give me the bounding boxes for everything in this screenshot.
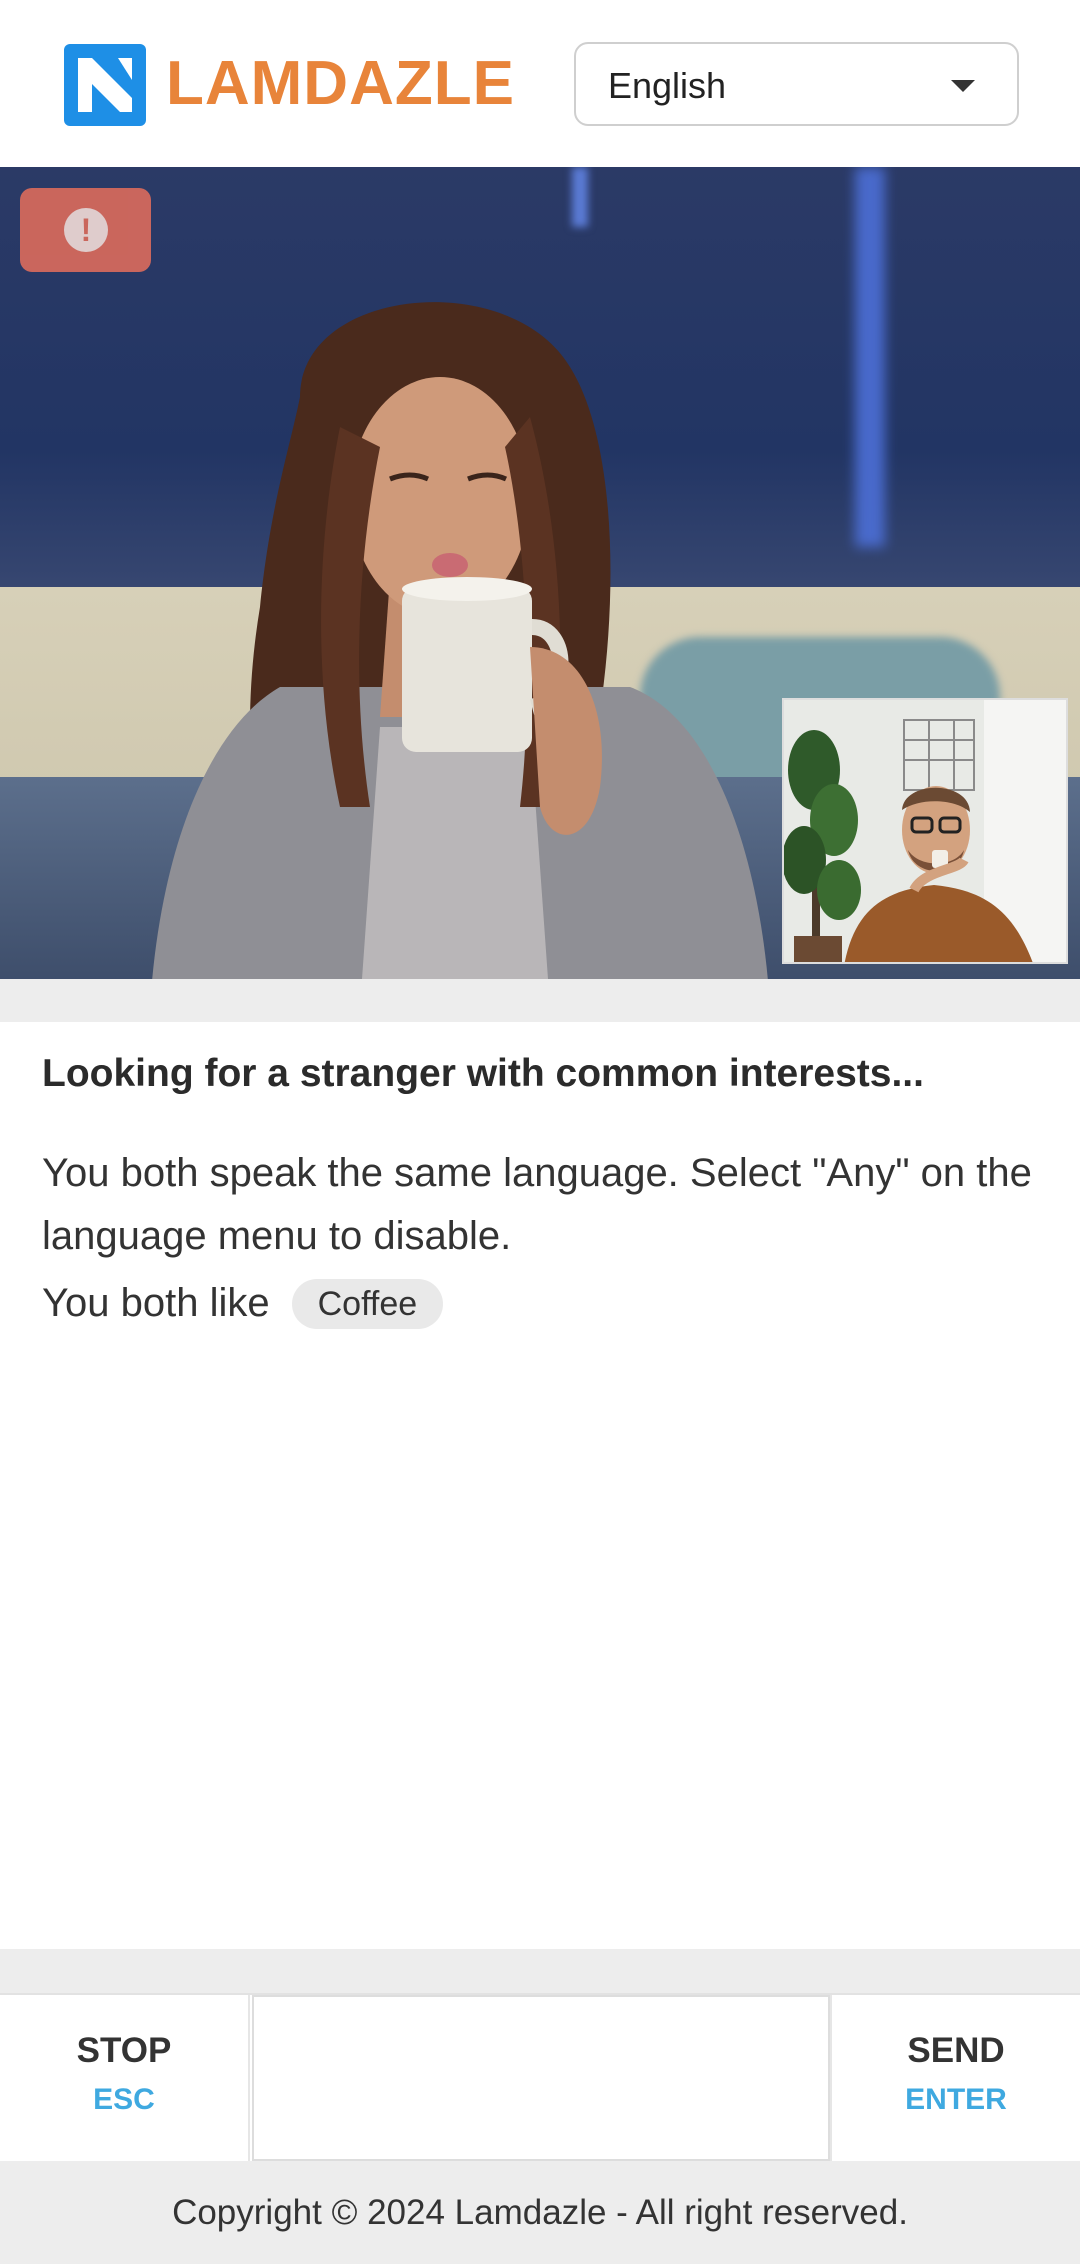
common-interests-prefix: You both like <box>42 1281 270 1325</box>
status-message: Looking for a stranger with common inter… <box>42 1052 924 1095</box>
brand-name[interactable]: LAMDAZLE <box>166 50 515 118</box>
common-interests-line: You both like Coffee <box>42 1272 444 1335</box>
self-camera-figure <box>784 700 1066 962</box>
interest-tag: Coffee <box>291 1278 444 1329</box>
exclamation-icon: ! <box>64 208 108 252</box>
language-select[interactable]: English <box>574 42 1019 126</box>
stranger-figure <box>152 302 768 979</box>
send-label: SEND <box>907 2031 1005 2070</box>
footer-copyright: Copyright © 2024 Lamdazle - All right re… <box>0 2161 1080 2264</box>
send-shortcut: ENTER <box>905 2083 1007 2116</box>
chat-panel: Looking for a stranger with common inter… <box>0 1022 1080 1949</box>
chat-controls: STOP ESC SEND ENTER <box>0 1993 1080 2163</box>
stranger-video <box>0 167 1080 979</box>
report-button[interactable]: ! <box>20 188 151 272</box>
stop-button[interactable]: STOP ESC <box>0 1995 250 2163</box>
language-note: You both speak the same language. Select… <box>42 1151 1032 1258</box>
send-button[interactable]: SEND ENTER <box>830 1995 1080 2163</box>
lamdazle-logo-icon[interactable] <box>64 44 146 126</box>
message-input[interactable] <box>252 1995 830 2161</box>
language-selected-value: English <box>608 65 727 106</box>
self-camera-preview[interactable] <box>782 698 1068 964</box>
dropdown-caret-icon <box>951 80 975 92</box>
stop-shortcut: ESC <box>93 2083 155 2116</box>
stop-label: STOP <box>76 2031 172 2070</box>
top-header: LAMDAZLE English <box>0 0 1080 167</box>
